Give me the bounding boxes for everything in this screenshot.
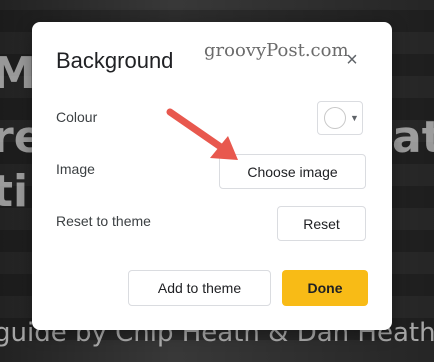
annotation-arrow-icon	[166, 108, 238, 160]
reset-to-theme-label: Reset to theme	[56, 213, 151, 229]
slide-title-fragment-3: ti	[0, 166, 29, 217]
close-icon[interactable]: ×	[342, 50, 362, 70]
colour-picker[interactable]: ▼	[317, 101, 363, 135]
add-to-theme-button[interactable]: Add to theme	[128, 270, 271, 306]
done-button[interactable]: Done	[282, 270, 368, 306]
background-dialog: Background groovyPost.com × Colour ▼ Ima…	[32, 22, 392, 330]
image-label: Image	[56, 161, 95, 177]
colour-swatch	[324, 107, 346, 129]
watermark: groovyPost.com	[204, 40, 349, 61]
colour-label: Colour	[56, 109, 98, 125]
reset-button[interactable]: Reset	[277, 206, 366, 241]
dialog-title: Background	[56, 48, 174, 73]
chevron-down-icon: ▼	[350, 113, 359, 123]
slide-title-fragment-right: at	[392, 112, 434, 163]
